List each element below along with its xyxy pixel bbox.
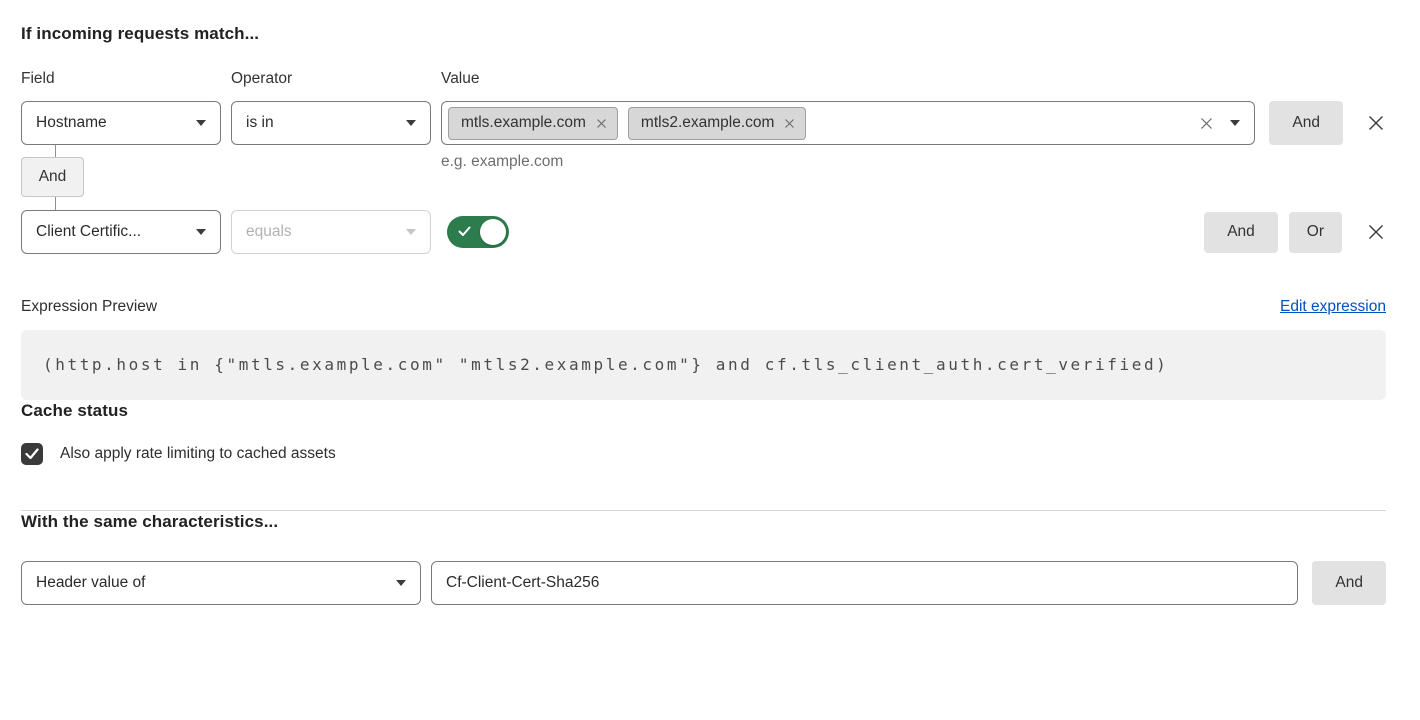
delete-condition-icon[interactable] xyxy=(1366,113,1386,133)
check-icon xyxy=(25,448,39,460)
value-column-label: Value xyxy=(441,70,480,88)
connector-area: And e.g. example.com xyxy=(21,145,1386,210)
operator-select-value: is in xyxy=(246,114,406,132)
and-button[interactable]: And xyxy=(1269,101,1343,145)
connector-and-button[interactable]: And xyxy=(21,157,84,197)
characteristic-select[interactable]: Header value of xyxy=(21,561,421,605)
value-multiselect-input[interactable]: mtls.example.com mtls2.example.com xyxy=(441,101,1255,145)
value-helper-text: e.g. example.com xyxy=(441,153,563,171)
value-tag: mtls2.example.com xyxy=(628,107,807,140)
operator-select[interactable]: is in xyxy=(231,101,431,145)
header-name-input[interactable] xyxy=(431,561,1298,605)
delete-condition-icon[interactable] xyxy=(1366,222,1386,242)
field-select[interactable]: Client Certific... xyxy=(21,210,221,254)
operator-select-value: equals xyxy=(246,223,406,241)
toggle-knob xyxy=(480,219,506,245)
match-section-title: If incoming requests match... xyxy=(21,23,1386,44)
chevron-down-icon xyxy=(396,580,406,586)
chevron-down-icon xyxy=(1230,120,1240,126)
remove-tag-icon[interactable] xyxy=(784,118,795,129)
and-button[interactable]: And xyxy=(1312,561,1386,605)
characteristics-title: With the same characteristics... xyxy=(21,511,1386,532)
condition-row-client-certificate: Client Certific... equals And Or xyxy=(21,210,1386,254)
expression-code: (http.host in {"mtls.example.com" "mtls2… xyxy=(43,355,1168,374)
clear-values-icon[interactable] xyxy=(1199,116,1214,131)
field-select-value: Hostname xyxy=(36,114,196,132)
edit-expression-link[interactable]: Edit expression xyxy=(1280,298,1386,316)
condition-row-hostname: Hostname is in mtls.example.com mtls2.ex… xyxy=(21,101,1386,145)
chevron-down-icon xyxy=(406,229,416,235)
operator-select-disabled: equals xyxy=(231,210,431,254)
expression-preview-block: (http.host in {"mtls.example.com" "mtls2… xyxy=(21,330,1386,400)
characteristics-row: Header value of And xyxy=(21,561,1386,605)
row-actions: And Or xyxy=(1204,212,1386,253)
field-select[interactable]: Hostname xyxy=(21,101,221,145)
cached-assets-checkbox[interactable] xyxy=(21,443,43,465)
and-button[interactable]: And xyxy=(1204,212,1278,253)
characteristic-select-value: Header value of xyxy=(36,574,396,592)
chevron-down-icon xyxy=(406,120,416,126)
operator-column-label: Operator xyxy=(231,70,431,88)
value-tag-text: mtls.example.com xyxy=(461,114,586,132)
field-select-value: Client Certific... xyxy=(36,223,196,241)
column-labels-row: Field Operator Value xyxy=(21,70,1386,88)
check-icon xyxy=(458,226,471,237)
chevron-down-icon xyxy=(196,120,206,126)
cache-status-title: Cache status xyxy=(21,400,1386,421)
expression-preview-label: Expression Preview xyxy=(21,298,157,316)
cert-verified-toggle[interactable] xyxy=(447,216,509,248)
cached-assets-row: Also apply rate limiting to cached asset… xyxy=(21,443,1386,465)
value-tag: mtls.example.com xyxy=(448,107,618,140)
chevron-down-icon xyxy=(196,229,206,235)
remove-tag-icon[interactable] xyxy=(596,118,607,129)
field-column-label: Field xyxy=(21,70,221,88)
expression-preview-header: Expression Preview Edit expression xyxy=(21,298,1386,316)
or-button[interactable]: Or xyxy=(1289,212,1342,253)
value-tag-text: mtls2.example.com xyxy=(641,114,775,132)
cached-assets-label: Also apply rate limiting to cached asset… xyxy=(60,445,336,463)
rate-limit-rule-builder: If incoming requests match... Field Oper… xyxy=(0,0,1420,631)
